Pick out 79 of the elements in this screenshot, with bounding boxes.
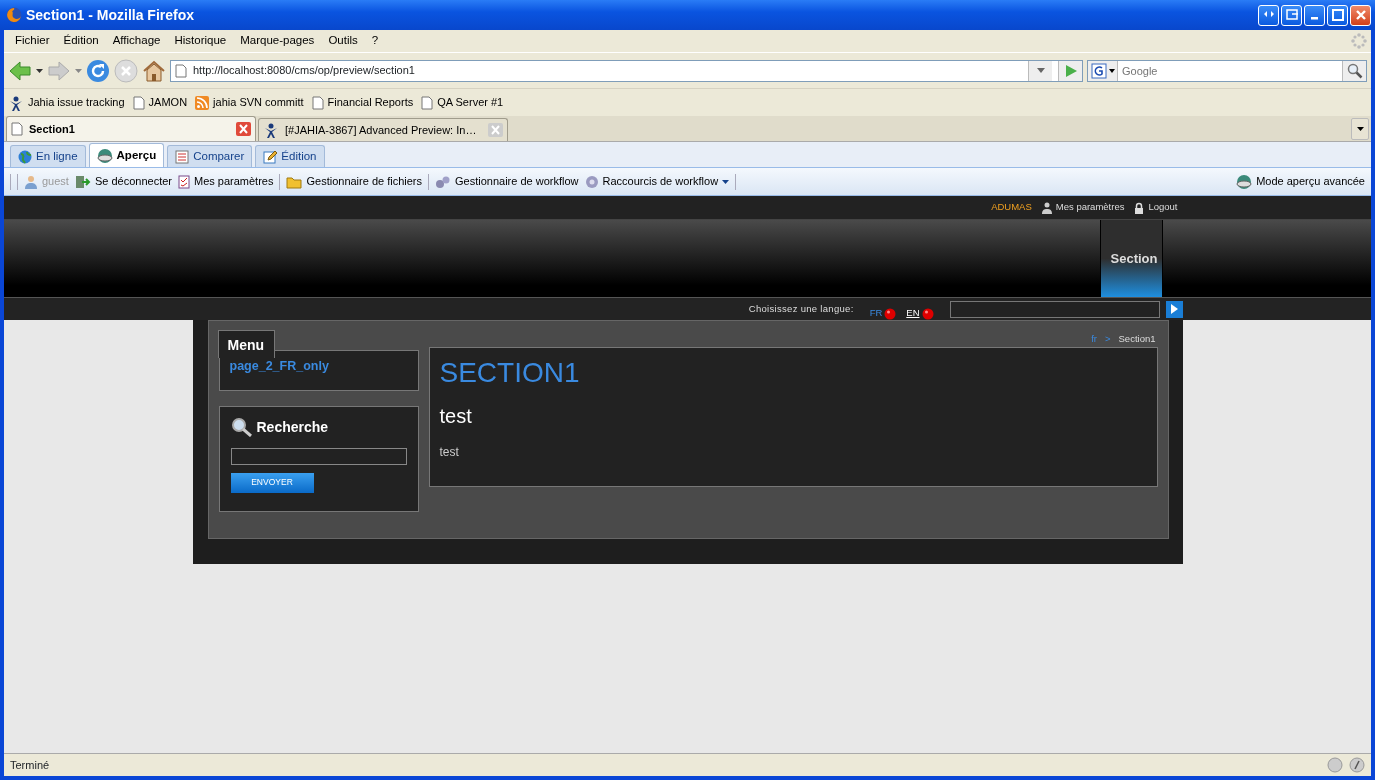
mode-tab[interactable]: Édition <box>255 145 325 167</box>
reload-icon[interactable] <box>86 58 110 83</box>
dropdown-icon[interactable] <box>1356 127 1364 131</box>
mode-tab[interactable]: Aperçu <box>88 143 165 167</box>
go-button[interactable] <box>1165 300 1183 318</box>
toolbar-link[interactable]: Gestionnaire de fichiers <box>286 173 423 190</box>
gears-icon <box>435 174 452 189</box>
page-icon <box>421 95 434 110</box>
search-icon <box>230 417 253 438</box>
content-heading: test <box>439 403 473 429</box>
lock-icon <box>1134 201 1145 214</box>
window-title: Section1 - Mozilla Firefox <box>26 5 196 25</box>
breadcrumb-separator: > <box>1104 331 1111 346</box>
page-icon <box>132 95 145 110</box>
document-icon <box>175 149 190 164</box>
page-title: SECTION1 <box>439 358 581 389</box>
page-icon <box>311 95 324 110</box>
toolbar-link[interactable]: Gestionnaire de workflow <box>435 173 579 190</box>
language-label: Choisissez une langue: <box>748 301 854 316</box>
play-icon[interactable] <box>1170 304 1178 314</box>
mode-tab[interactable]: Comparer <box>167 145 253 167</box>
toolbar-link[interactable]: Se déconnecter <box>74 173 172 190</box>
language-link[interactable]: EN <box>906 305 920 320</box>
menu-item[interactable]: Édition <box>56 32 106 50</box>
status-text: Terminé <box>10 757 51 773</box>
nav-tab[interactable]: Section <box>1099 220 1163 297</box>
menu-item[interactable]: Outils <box>321 32 365 50</box>
caret-icon[interactable] <box>722 179 730 184</box>
checklist-icon <box>178 174 190 189</box>
browser-tab[interactable]: Section1 <box>6 116 256 141</box>
edit-icon <box>263 149 278 164</box>
close-icon[interactable] <box>236 122 251 136</box>
search-engine-icon[interactable] <box>1090 62 1115 79</box>
page-icon <box>11 122 23 136</box>
toolbar-link[interactable]: Mode aperçu avancée <box>1236 173 1365 190</box>
menu-item[interactable]: Historique <box>167 32 234 50</box>
user-label: guest <box>24 173 69 190</box>
box-title: Menu <box>217 330 276 358</box>
submit-button[interactable]: ENVOYER <box>230 472 314 493</box>
search-icon[interactable] <box>1346 62 1363 79</box>
page-icon <box>175 63 187 78</box>
caret-icon[interactable] <box>36 68 43 73</box>
bookmark-link[interactable]: QA Server #1 <box>421 94 504 111</box>
logout-icon <box>74 174 91 189</box>
home-icon[interactable] <box>142 58 166 83</box>
search-bar[interactable]: Google <box>1087 59 1367 82</box>
flag-dot-icon <box>921 308 934 320</box>
menu-item[interactable]: Fichier <box>8 32 57 50</box>
box-title: Recherche <box>256 417 329 437</box>
firefox-icon <box>6 7 22 23</box>
site-link[interactable]: Logout <box>1134 200 1178 215</box>
flag-dot-icon <box>884 308 897 320</box>
status-icon <box>1349 757 1365 773</box>
site-link[interactable]: Mes paramètres <box>1041 200 1125 215</box>
menu-item[interactable]: ? <box>364 32 386 50</box>
menu-item[interactable]: Affichage <box>105 32 168 50</box>
breadcrumb-item: Section1 <box>1118 331 1156 346</box>
gear-icon <box>584 174 599 189</box>
menu-item[interactable]: Marque-pages <box>233 32 322 50</box>
user-icon <box>1041 201 1052 214</box>
username: ADUMAS <box>991 200 1032 215</box>
bookmark-link[interactable]: JAMON <box>132 94 188 111</box>
mode-tab[interactable]: En ligne <box>10 145 86 167</box>
search-field[interactable] <box>230 447 407 465</box>
bookmark-link[interactable]: Financial Reports <box>311 94 414 111</box>
search-field[interactable] <box>949 300 1160 318</box>
bookmark-link[interactable]: jahia SVN committ <box>195 94 304 111</box>
user-icon <box>24 174 38 189</box>
bookmark-link[interactable]: Jahia issue tracking <box>8 94 125 111</box>
feed-icon <box>195 95 210 110</box>
status-icon <box>1327 757 1343 773</box>
toolbar-link[interactable]: Mes paramètres <box>178 173 274 190</box>
url-text: http://localhost:8080/cms/op/preview/section1 <box>193 63 416 79</box>
language-link[interactable]: FR <box>869 305 883 320</box>
throbber-icon <box>1351 33 1367 49</box>
toolbar-link[interactable]: Raccourcis de workflow <box>584 173 730 190</box>
folder-icon <box>286 174 303 189</box>
body-text: test <box>439 443 460 461</box>
browser-tab[interactable]: [#JAHIA-3867] Advanced Preview: In… <box>258 118 508 141</box>
